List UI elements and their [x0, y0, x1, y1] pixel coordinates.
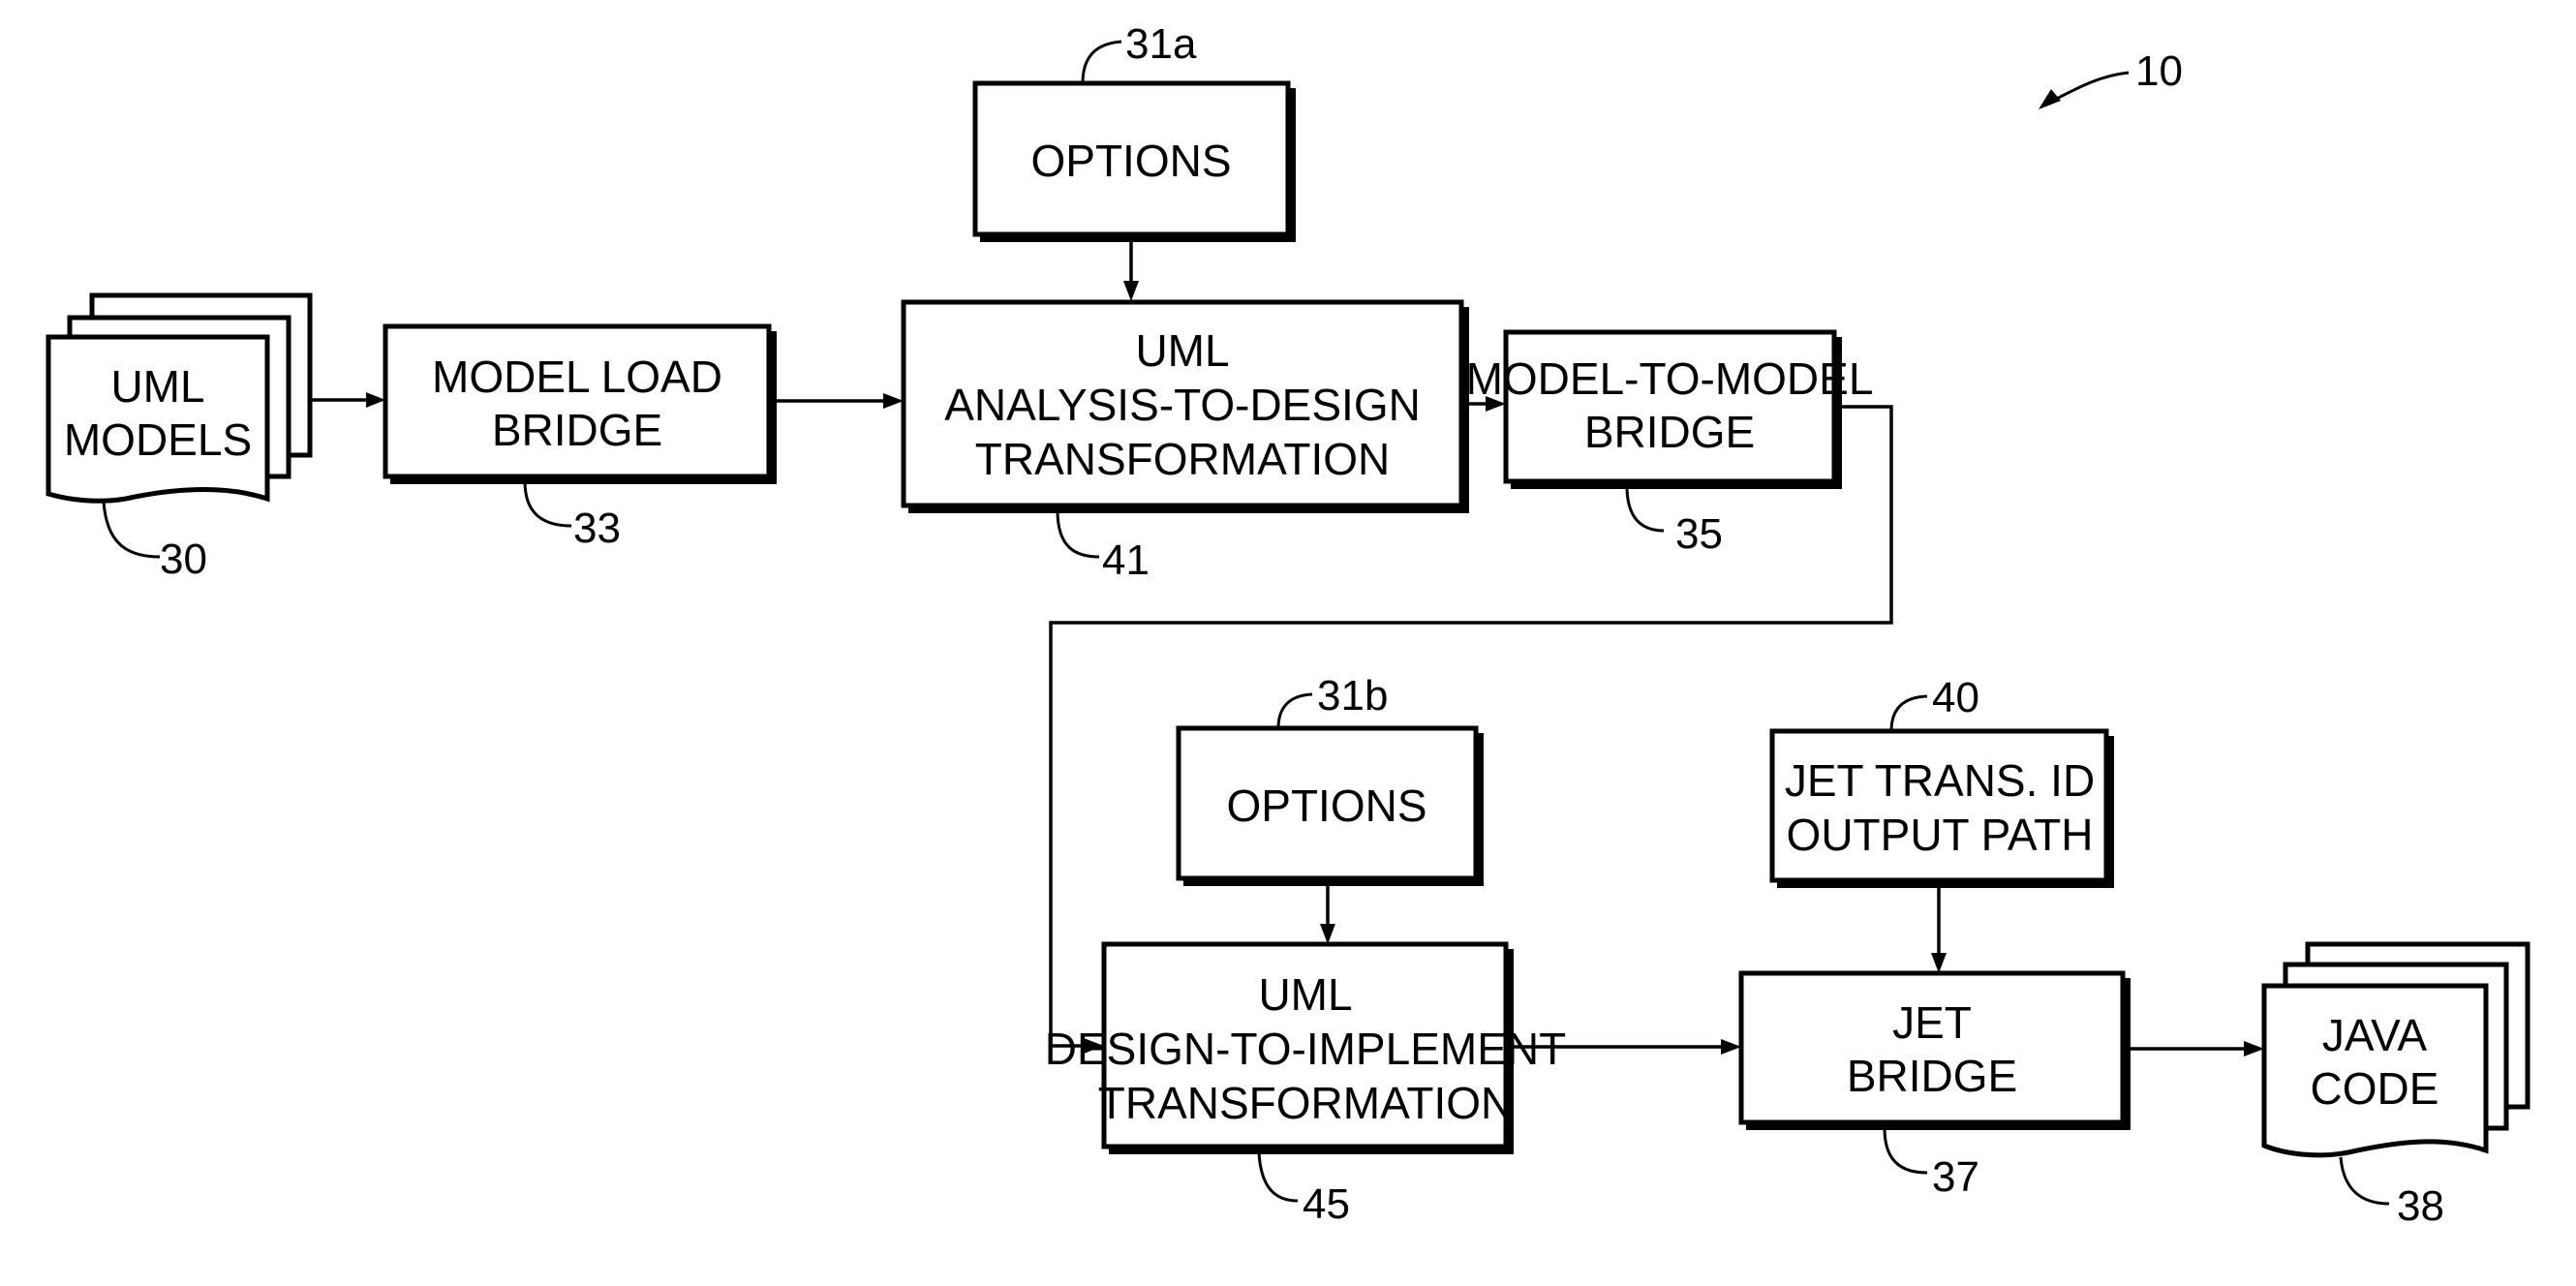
reference-number: 41	[1102, 536, 1150, 584]
node-design-to-implement: UML DESIGN-TO-IMPLEMENT TRANSFORMATION 4…	[1045, 941, 1566, 1228]
edge-jet-bridge-to-java-code	[2131, 1041, 2264, 1056]
node-jet-bridge: JET BRIDGE 37	[1738, 970, 2131, 1201]
node-label-line: MODEL LOAD	[432, 352, 722, 402]
node-label-line: BRIDGE	[1847, 1051, 2017, 1101]
figure-reference-arrowhead-icon	[2039, 89, 2061, 109]
reference-number: 33	[573, 505, 621, 552]
edge-model-load-bridge-to-analysis-to-design	[777, 393, 904, 409]
node-label-line: JET	[1892, 997, 1972, 1048]
node-label-line: ANALYSIS-TO-DESIGN	[944, 380, 1421, 430]
arrowhead-icon	[883, 393, 904, 409]
node-model-load-bridge: MODEL LOAD BRIDGE 33	[383, 323, 777, 552]
reference-leader	[1625, 485, 1665, 533]
node-label-line: OPTIONS	[1030, 136, 1231, 186]
reference-number: 45	[1303, 1180, 1350, 1228]
reference-leader	[2339, 1156, 2390, 1206]
node-label-line: BRIDGE	[1584, 407, 1755, 457]
reference-leader	[1056, 509, 1100, 559]
node-label-line: MODEL-TO-MODEL	[1466, 353, 1874, 404]
reference-leader	[1081, 40, 1122, 84]
arrowhead-icon	[1123, 281, 1139, 301]
node-label-line: JET TRANS. ID	[1785, 755, 2095, 806]
node-label-line: CODE	[2311, 1063, 2439, 1114]
reference-leader	[1276, 692, 1313, 729]
node-jet-trans-id: JET TRANS. ID OUTPUT PATH 40	[1769, 674, 2114, 888]
reference-leader	[523, 480, 572, 528]
node-label-line: DESIGN-TO-IMPLEMENT	[1045, 1024, 1566, 1074]
patent-figure: 10 UML MODELS 30 MODEL LOAD BRIDGE 33 OP…	[0, 0, 2576, 1286]
node-uml-models: UML MODELS 30	[46, 292, 313, 583]
reference-number: 30	[160, 536, 207, 583]
node-label-line: OUTPUT PATH	[1787, 810, 2094, 860]
reference-number: 37	[1932, 1153, 1979, 1201]
reference-leader	[1889, 694, 1928, 732]
arrowhead-icon	[1320, 924, 1335, 944]
node-label-line: TRANSFORMATION	[975, 434, 1390, 484]
reference-leader	[102, 501, 161, 559]
node-model-to-model-bridge: MODEL-TO-MODEL BRIDGE 35	[1466, 329, 1874, 558]
reference-number: 40	[1932, 674, 1979, 721]
edge-jet-trans-id-to-jet-bridge	[1931, 886, 1947, 973]
node-label-line: BRIDGE	[492, 405, 662, 455]
node-label-line: JAVA	[2322, 1010, 2428, 1060]
arrowhead-icon	[366, 392, 385, 408]
node-label-line: TRANSFORMATION	[1098, 1078, 1513, 1128]
figure-reference: 10	[2039, 47, 2183, 109]
reference-number: 38	[2397, 1182, 2444, 1230]
edge-options-a-to-analysis-to-design	[1123, 240, 1139, 301]
node-label-line: MODELS	[64, 414, 252, 465]
node-options-b: OPTIONS 31b	[1176, 672, 1484, 886]
reference-leader	[1883, 1127, 1928, 1175]
arrowhead-icon	[1721, 1039, 1741, 1055]
flow-diagram: 10 UML MODELS 30 MODEL LOAD BRIDGE 33 OP…	[46, 20, 2530, 1230]
node-label-line: UML	[1135, 325, 1229, 376]
node-label-line: UML	[1258, 969, 1352, 1020]
arrowhead-icon	[1931, 953, 1947, 973]
arrowhead-icon	[2244, 1041, 2264, 1056]
edge-options-b-to-design-to-implement	[1320, 884, 1335, 944]
reference-leader	[1257, 1151, 1299, 1203]
node-label-line: UML	[110, 361, 204, 412]
edge-uml-models-to-model-load-bridge	[312, 392, 385, 408]
reference-number: 35	[1675, 510, 1723, 558]
reference-number: 31a	[1125, 20, 1197, 68]
node-options-a: OPTIONS 31a	[972, 20, 1296, 242]
node-java-code: JAVA CODE 38	[2261, 941, 2530, 1230]
figure-reference-number: 10	[2135, 47, 2183, 95]
node-label-line: OPTIONS	[1226, 781, 1426, 831]
reference-number: 31b	[1317, 672, 1388, 720]
node-analysis-to-design: UML ANALYSIS-TO-DESIGN TRANSFORMATION 41	[901, 299, 1469, 584]
